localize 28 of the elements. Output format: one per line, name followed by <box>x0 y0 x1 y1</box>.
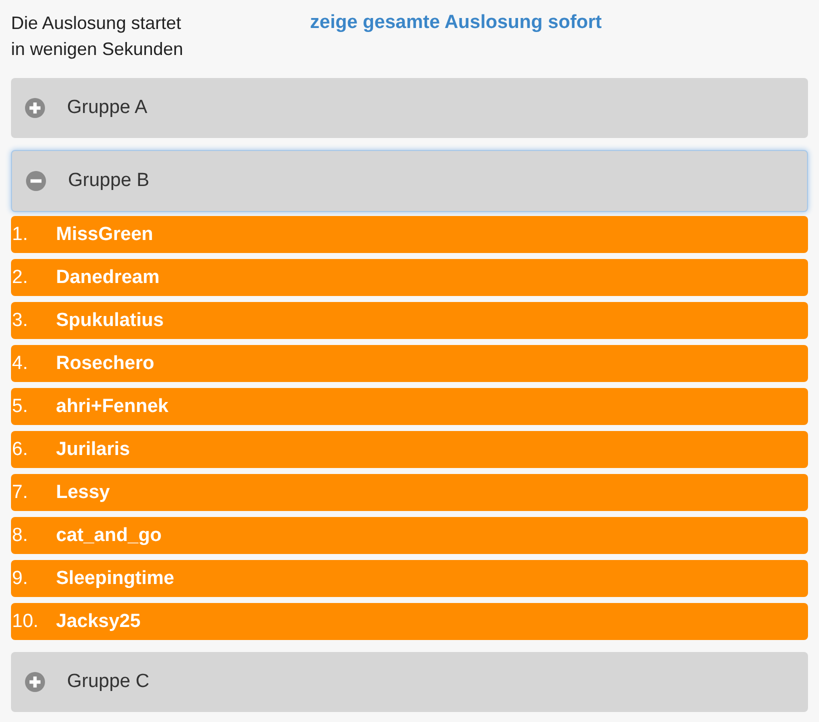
player-name: Jurilaris <box>56 438 130 460</box>
rank-number: 5. <box>11 396 29 418</box>
rank-number: 3. <box>11 310 29 332</box>
player-name: Jacksy25 <box>56 610 141 632</box>
plus-icon <box>25 98 45 118</box>
player-name: Sleepingtime <box>56 568 174 590</box>
minus-icon <box>26 171 46 191</box>
rank-number: 10. <box>11 610 40 632</box>
player-name: Danedream <box>56 266 160 288</box>
group-header[interactable]: Gruppe C <box>11 652 808 712</box>
player-name: Lessy <box>56 482 110 504</box>
group-header[interactable]: Gruppe B <box>11 150 808 212</box>
rank-number: 4. <box>11 352 29 374</box>
player-name: Spukulatius <box>56 310 164 332</box>
plus-icon <box>25 672 45 692</box>
status-text: Die Auslosung startet in wenigen Sekunden <box>11 12 184 61</box>
player-name: cat_and_go <box>56 524 162 546</box>
rank-number: 1. <box>11 224 29 246</box>
rank-number: 2. <box>11 266 29 288</box>
player-name: ahri+Fennek <box>56 396 168 418</box>
show-all-link[interactable]: zeige gesamte Auslosung sofort <box>310 10 602 36</box>
rank-number: 6. <box>11 438 29 460</box>
rank-number: 7. <box>11 482 29 504</box>
rank-number: 9. <box>11 568 29 590</box>
player-name: MissGreen <box>56 224 154 246</box>
group-header[interactable]: Gruppe A <box>11 78 808 138</box>
rank-number: 8. <box>11 524 29 546</box>
player-name: Rosechero <box>56 352 154 374</box>
